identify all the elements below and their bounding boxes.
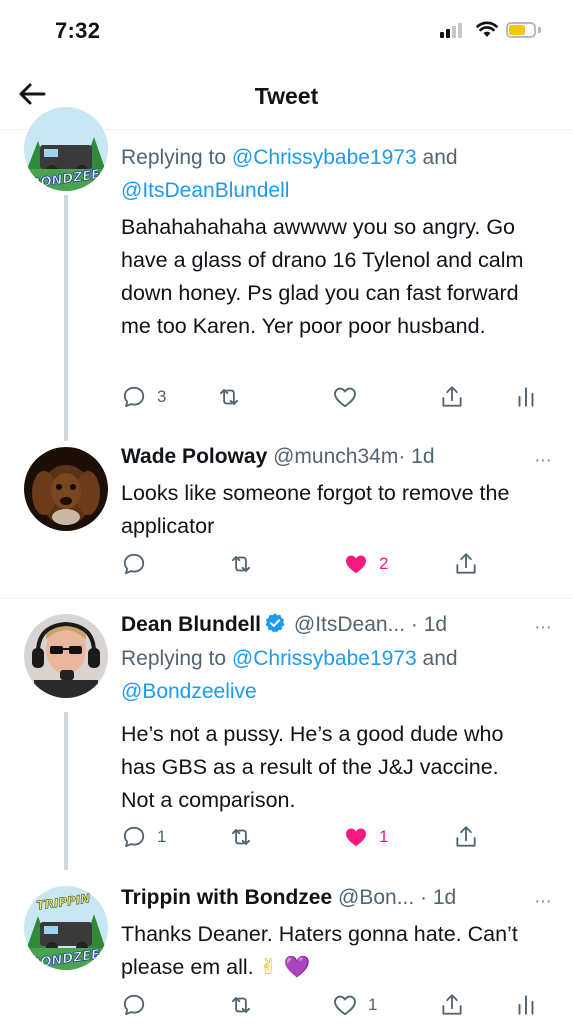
like-count: 2 [379, 554, 389, 573]
wifi-icon [476, 21, 498, 37]
mention-link[interactable]: @Bondzeelive [121, 680, 257, 703]
like-icon [346, 828, 366, 847]
mention-link[interactable]: @Chrissybabe1973 [232, 647, 417, 670]
share-icon [456, 553, 476, 574]
retweet-button[interactable] [228, 549, 254, 579]
status-bar: 7:32 [0, 0, 573, 60]
user-handle[interactable]: @munch34m [273, 445, 398, 468]
tweet-body: Replying to @Chrissybabe1973 and @ItsDea… [121, 141, 551, 343]
display-name[interactable]: Wade Poloway [121, 445, 267, 468]
like-button[interactable]: 1 [332, 990, 377, 1020]
reply-count: 3 [157, 387, 167, 406]
status-time: 7:32 [55, 18, 101, 43]
mention-link[interactable]: @Chrissybabe1973 [232, 146, 417, 169]
user-handle[interactable]: @Bon... [338, 886, 414, 909]
tweet-text: Thanks Deaner. Haters gonna hate. Can’t … [121, 922, 518, 980]
reply-button[interactable] [121, 990, 147, 1020]
share-button[interactable] [439, 382, 465, 412]
more-icon[interactable]: ··· [534, 449, 552, 472]
tweet-actions: 1 1 [121, 822, 541, 852]
reply-icon [123, 386, 145, 408]
retweet-icon [219, 389, 239, 405]
victory-hand-emoji: ✌ [259, 955, 278, 980]
purple-heart-emoji: 💜 [283, 955, 311, 980]
tweet-time: · 1d [420, 886, 457, 909]
retweet-icon [231, 829, 251, 845]
avatar[interactable] [24, 447, 108, 531]
tweet-text: Bahahahahaha awwww you so angry. Go have… [121, 215, 524, 338]
analytics-button[interactable] [513, 382, 539, 412]
tweet-actions: 2 [121, 549, 541, 579]
thread-line [64, 195, 68, 441]
verified-badge-icon [265, 613, 285, 633]
replying-to: Replying to @Chrissybabe1973 and @Bondze… [121, 647, 458, 703]
retweet-button[interactable] [228, 990, 254, 1020]
retweet-icon [231, 556, 251, 572]
reply-button[interactable] [121, 549, 147, 579]
avatar[interactable]: BONDZEE [24, 107, 108, 191]
page-title: Tweet [254, 83, 319, 109]
reply-icon [123, 826, 145, 848]
replying-to: Replying to @Chrissybabe1973 and @ItsDea… [121, 146, 458, 202]
avatar[interactable] [24, 614, 108, 698]
like-button[interactable]: 2 [343, 549, 388, 579]
like-icon [334, 387, 356, 408]
display-name[interactable]: Trippin with Bondzee [121, 886, 332, 909]
tweet-time: · 1d [410, 613, 448, 636]
reply-button[interactable]: 3 [121, 382, 166, 412]
cellular-signal-icon [440, 22, 466, 38]
tweet-actions: 3 [121, 382, 541, 412]
more-icon[interactable]: ··· [534, 616, 552, 639]
reply-count: 1 [157, 827, 167, 846]
mention-link[interactable]: @ItsDeanBlundell [121, 179, 289, 202]
tweet[interactable]: Dean Blundell @ItsDean... · 1d ··· Reply… [0, 600, 573, 870]
analytics-button[interactable] [513, 990, 539, 1020]
tweet[interactable]: TRIPPIN BONDZEE Trippin with Bondzee @Bo… [0, 870, 573, 1024]
tweet[interactable]: Wade Poloway @munch34m· 1d ··· Looks lik… [0, 441, 573, 599]
like-count: 1 [379, 827, 389, 846]
tweet-header: Dean Blundell @ItsDean... · 1d ··· [121, 612, 552, 642]
tweet-header: Trippin with Bondzee @Bon... · 1d ··· [121, 886, 552, 916]
share-icon [456, 826, 476, 847]
tweet-body: Wade Poloway @munch34m· 1d ··· Looks lik… [121, 445, 552, 543]
tweet-text: He’s not a pussy. He’s a good dude who h… [121, 722, 504, 812]
user-handle[interactable]: @ItsDean... [294, 613, 405, 636]
reply-icon [123, 994, 145, 1016]
tweet-header: Wade Poloway @munch34m· 1d ··· [121, 445, 552, 475]
retweet-button[interactable] [216, 382, 242, 412]
like-icon [346, 555, 366, 574]
share-button[interactable] [439, 990, 465, 1020]
tweet-text: Looks like someone forgot to remove the … [121, 481, 510, 538]
share-button[interactable] [453, 822, 479, 852]
tweet-body: Trippin with Bondzee @Bon... · 1d ··· Th… [121, 886, 552, 984]
tweet-actions: 1 [121, 990, 541, 1020]
divider [0, 598, 573, 599]
tweet-time: · 1d [398, 445, 435, 468]
tweet[interactable]: BONDZEE Replying to @Chrissybabe1973 and… [0, 107, 573, 441]
like-count: 1 [368, 995, 378, 1014]
retweet-button[interactable] [228, 822, 254, 852]
like-button[interactable] [332, 382, 358, 412]
share-icon [442, 386, 462, 407]
share-button[interactable] [453, 549, 479, 579]
retweet-icon [231, 997, 251, 1013]
reply-icon [123, 553, 145, 575]
like-button[interactable]: 1 [343, 822, 388, 852]
more-icon[interactable]: ··· [534, 890, 552, 913]
share-icon [442, 994, 462, 1015]
reply-button[interactable]: 1 [121, 822, 166, 852]
thread-line [64, 712, 68, 870]
tweet-body: Dean Blundell @ItsDean... · 1d ··· Reply… [121, 612, 552, 817]
like-icon [334, 995, 356, 1016]
battery-icon [506, 22, 536, 38]
analytics-icon [518, 995, 534, 1015]
avatar[interactable]: TRIPPIN BONDZEE [24, 886, 108, 970]
display-name[interactable]: Dean Blundell [121, 613, 261, 636]
analytics-icon [518, 387, 534, 407]
battery-tip [538, 27, 541, 33]
